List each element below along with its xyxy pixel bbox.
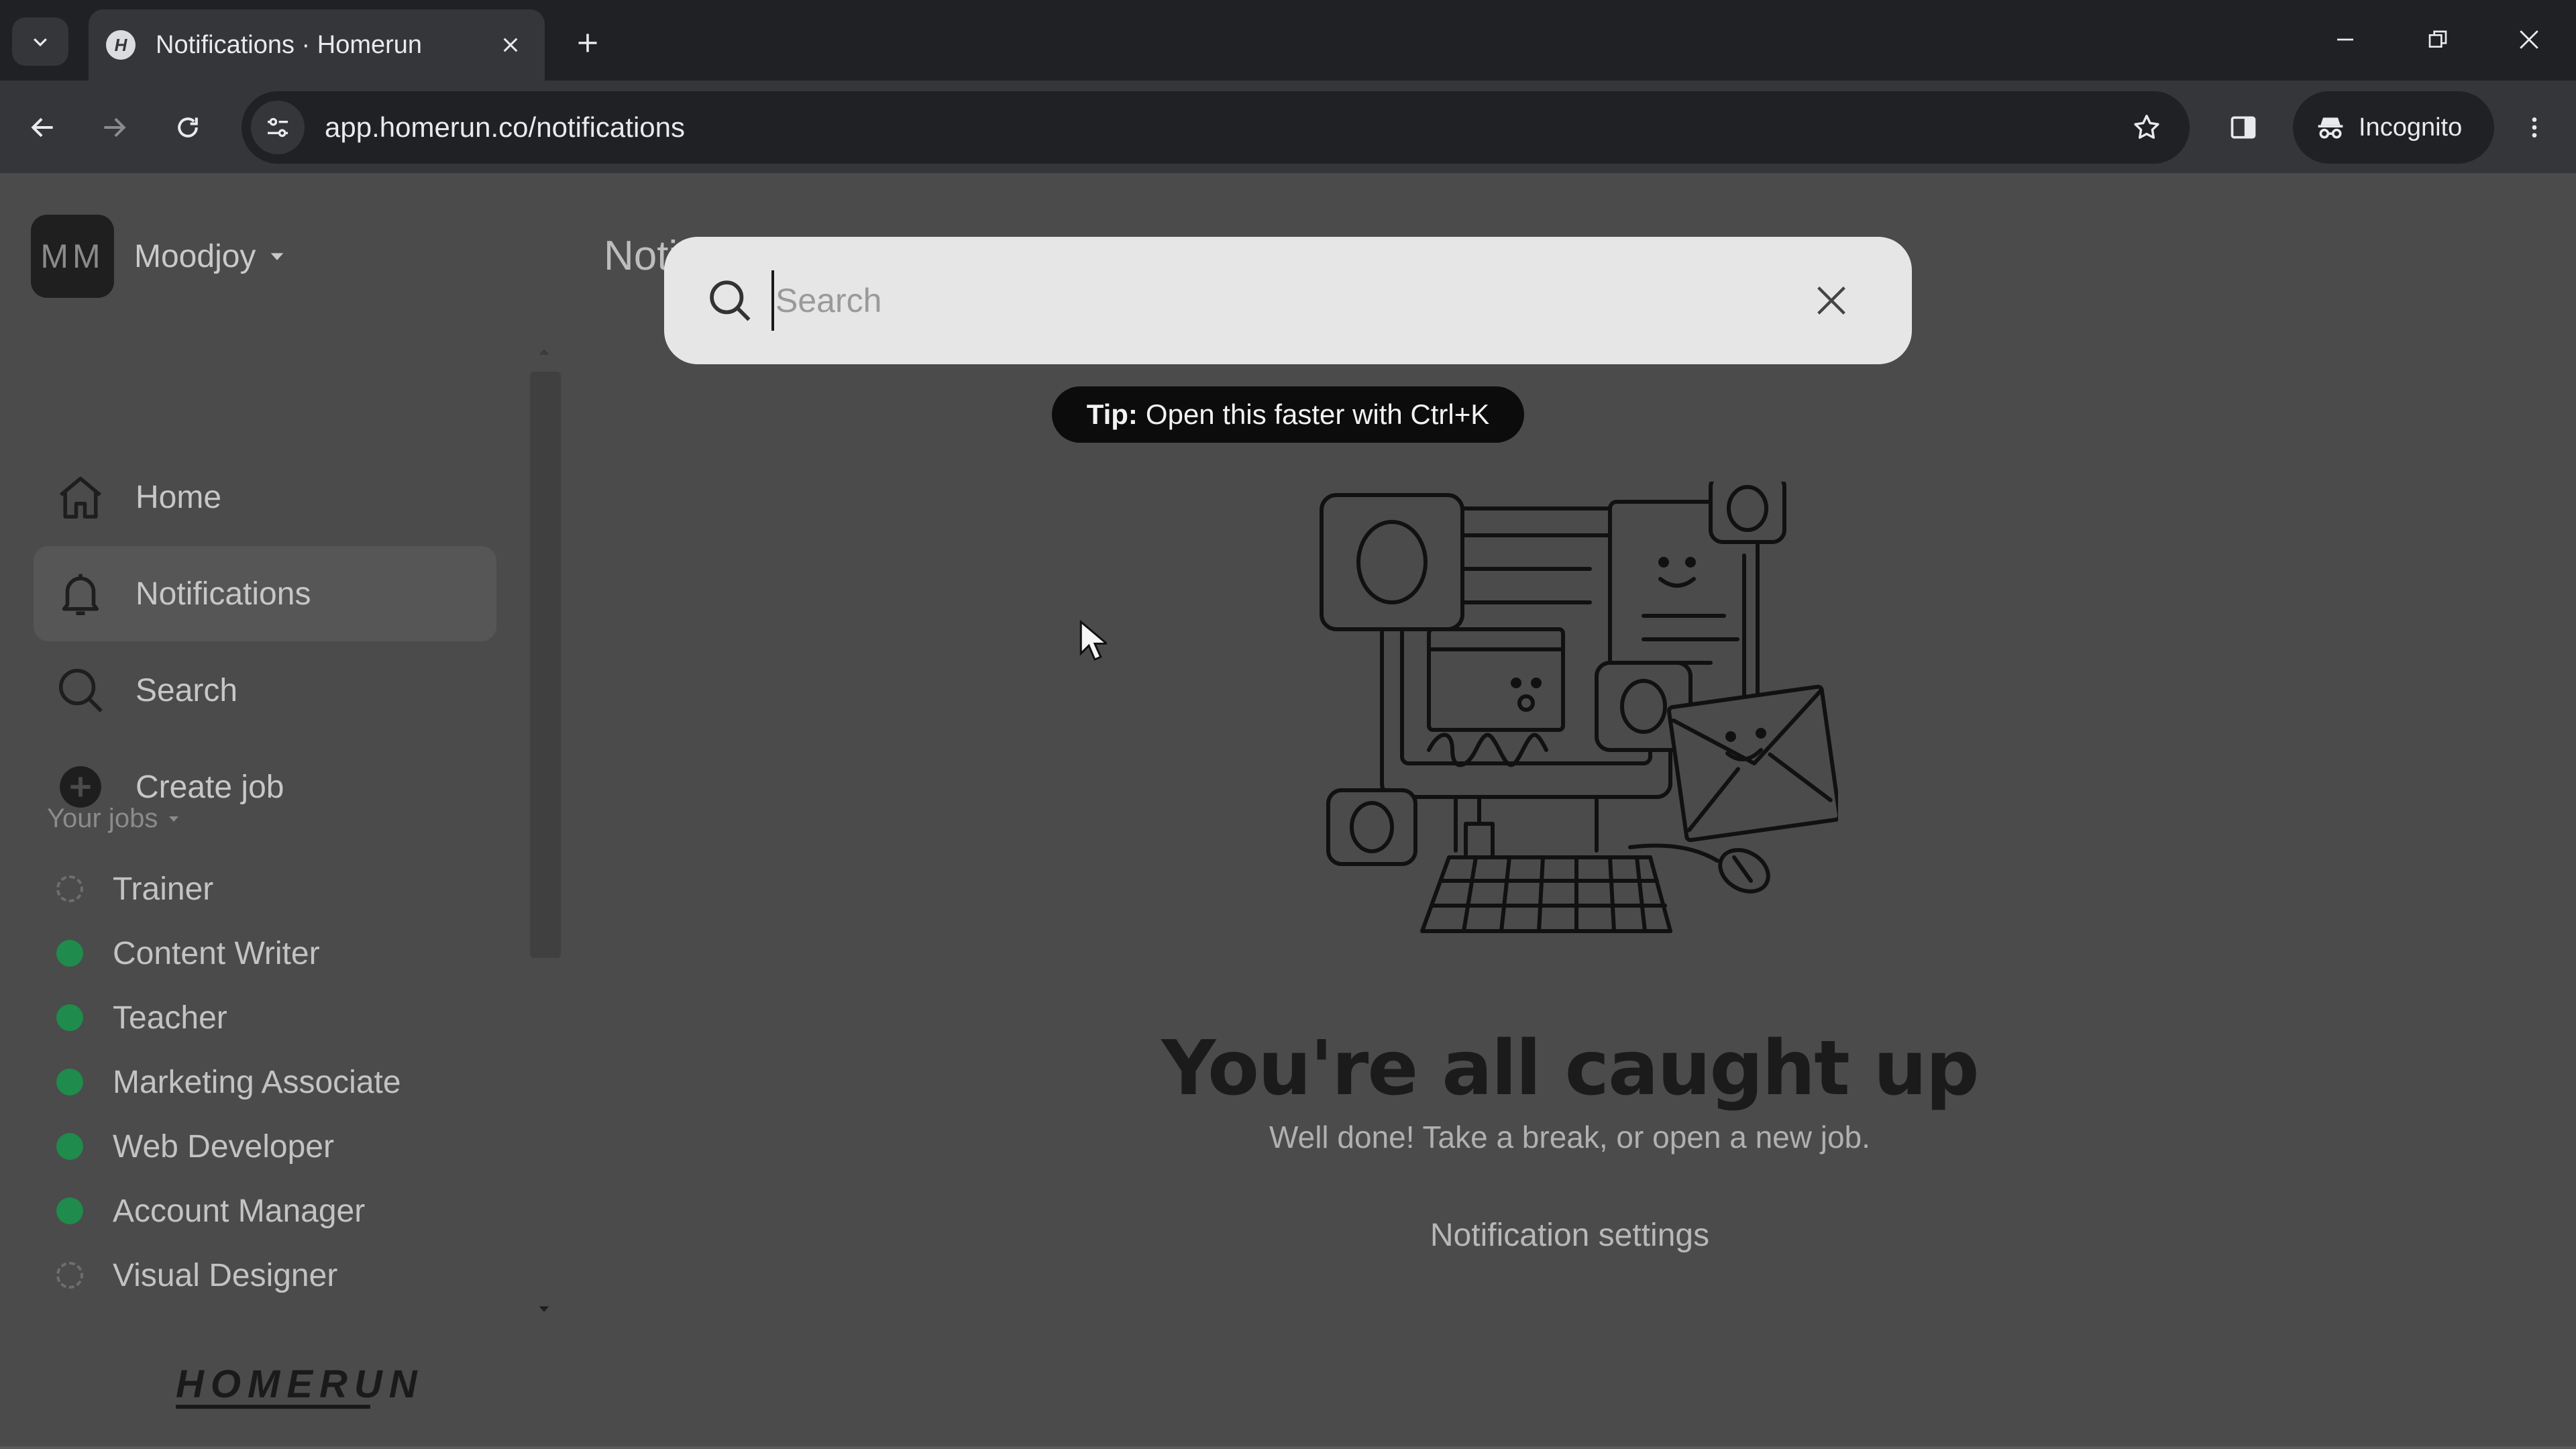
more-vertical-icon bbox=[2532, 117, 2537, 138]
nav-label-notifications: Notifications bbox=[136, 576, 311, 612]
app-page: MM Moodjoy Home Notifications Search Cre… bbox=[0, 173, 2576, 1449]
mouse-cursor-icon bbox=[1079, 620, 1107, 661]
tab-search-button[interactable] bbox=[12, 17, 68, 66]
browser-menu-button[interactable] bbox=[2508, 101, 2561, 154]
reload-icon bbox=[178, 117, 198, 138]
sidebar: MM Moodjoy Home Notifications Search Cre… bbox=[0, 173, 561, 1449]
restore-button[interactable] bbox=[2411, 17, 2465, 62]
incognito-label: Incognito bbox=[2359, 113, 2463, 142]
job-item-trainer[interactable]: Trainer bbox=[56, 865, 213, 912]
job-status-published-icon bbox=[56, 940, 83, 967]
job-status-draft-icon bbox=[56, 1262, 83, 1289]
tip-label: Tip: bbox=[1086, 398, 1138, 430]
close-icon bbox=[503, 38, 518, 52]
minimize-button[interactable] bbox=[2318, 17, 2372, 62]
side-panel-icon bbox=[2231, 116, 2256, 139]
new-tab-button[interactable] bbox=[568, 23, 608, 63]
workspace-switcher[interactable]: MM Moodjoy bbox=[31, 215, 286, 298]
search-icon bbox=[710, 280, 751, 321]
job-label: Trainer bbox=[113, 871, 214, 907]
workspace-name: Moodjoy bbox=[134, 238, 256, 274]
forward-button[interactable] bbox=[87, 101, 141, 154]
logo-underline bbox=[176, 1405, 370, 1409]
restore-icon bbox=[2428, 30, 2447, 48]
back-button[interactable] bbox=[16, 101, 70, 154]
your-jobs-toggle[interactable]: Your jobs bbox=[47, 804, 182, 834]
empty-state-subtitle: Well done! Take a break, or open a new j… bbox=[1269, 1120, 1870, 1155]
close-icon bbox=[2520, 30, 2538, 49]
minimize-icon bbox=[2337, 38, 2353, 41]
incognito-indicator[interactable]: Incognito bbox=[2293, 91, 2494, 164]
homerun-logo: HOMERUN bbox=[176, 1362, 424, 1406]
side-panel-button[interactable] bbox=[2216, 101, 2270, 154]
browser-toolbar: app.homerun.co/notifications Incognito bbox=[0, 80, 2576, 173]
browser-tab-active[interactable]: H Notifications · Homerun bbox=[89, 9, 545, 80]
incognito-icon bbox=[2318, 117, 2343, 139]
close-window-button[interactable] bbox=[2502, 17, 2556, 62]
your-jobs-title: Your jobs bbox=[47, 804, 158, 833]
sidebar-scrollbar-thumb[interactable] bbox=[530, 372, 561, 958]
tune-icon bbox=[268, 117, 288, 138]
star-icon bbox=[2134, 115, 2159, 139]
workspace-avatar: MM bbox=[31, 215, 114, 298]
url-text: app.homerun.co/notifications bbox=[325, 111, 685, 143]
home-icon bbox=[54, 470, 107, 524]
nav-label-create-job: Create job bbox=[136, 769, 284, 805]
job-status-draft-icon bbox=[56, 875, 83, 902]
nav-item-notifications[interactable]: Notifications bbox=[34, 546, 496, 641]
reload-button[interactable] bbox=[161, 101, 215, 154]
computer-illustration-icon bbox=[1320, 482, 1838, 933]
search-input[interactable] bbox=[771, 270, 1778, 331]
nav-label-search: Search bbox=[136, 672, 238, 708]
caret-down-icon bbox=[169, 816, 179, 822]
bell-icon bbox=[54, 567, 107, 621]
plus-icon bbox=[578, 34, 597, 52]
bookmark-button[interactable] bbox=[2120, 101, 2174, 154]
close-icon bbox=[1817, 286, 1845, 315]
job-item-visual-designer[interactable]: Visual Designer bbox=[56, 1252, 337, 1299]
job-label: Content Writer bbox=[113, 935, 320, 971]
tab-title: Notifications · Homerun bbox=[156, 30, 423, 59]
nav-item-search[interactable]: Search bbox=[34, 643, 496, 738]
job-label: Visual Designer bbox=[113, 1257, 338, 1293]
homerun-favicon-icon: H bbox=[106, 30, 136, 60]
nav-label-home: Home bbox=[136, 479, 222, 515]
nav-item-home[interactable]: Home bbox=[34, 449, 496, 545]
keyboard-shortcut-tip: Tip: Open this faster with Ctrl+K bbox=[1052, 386, 1524, 443]
caret-down-icon bbox=[271, 253, 284, 260]
address-bar[interactable]: app.homerun.co/notifications bbox=[241, 91, 2190, 164]
search-icon bbox=[54, 663, 107, 717]
search-modal bbox=[664, 237, 1912, 364]
search-close-button[interactable] bbox=[1805, 274, 1858, 327]
notification-settings-link[interactable]: Notification settings bbox=[0, 1217, 2576, 1254]
browser-tab-bar: H Notifications · Homerun bbox=[0, 0, 2576, 80]
tip-text: Open this faster with Ctrl+K bbox=[1145, 398, 1490, 430]
job-item-content-writer[interactable]: Content Writer bbox=[56, 930, 320, 977]
scroll-up-arrow-icon[interactable] bbox=[537, 345, 551, 360]
tab-close-button[interactable] bbox=[494, 28, 527, 62]
empty-state-title: You're all caught up bbox=[1161, 1025, 1979, 1112]
chevron-down-icon bbox=[34, 38, 47, 47]
arrow-right-icon bbox=[104, 117, 126, 138]
site-info-button[interactable] bbox=[251, 101, 305, 154]
arrow-left-icon bbox=[31, 117, 53, 138]
scroll-down-arrow-icon[interactable] bbox=[537, 1301, 551, 1316]
window-bottom-edge bbox=[0, 1446, 2576, 1449]
